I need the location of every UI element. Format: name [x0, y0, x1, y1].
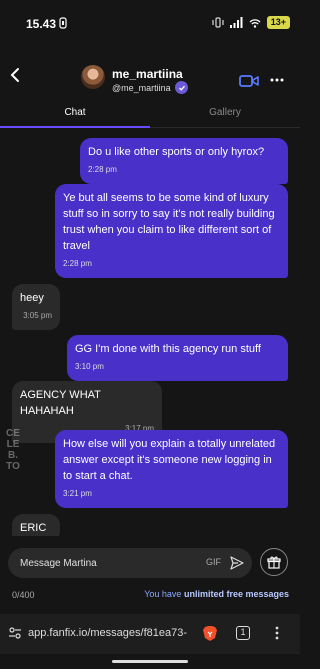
message-text: heey	[20, 292, 44, 304]
brave-icon[interactable]	[202, 625, 218, 642]
unlimited-messages-note: You have unlimited free messages	[144, 589, 289, 599]
back-icon[interactable]	[8, 66, 24, 84]
timer-icon	[59, 17, 67, 29]
message-text: How else will you explain a totally unre…	[63, 438, 276, 482]
message-bubble-sent[interactable]: GG I'm done with this agency run stuff 3…	[67, 335, 288, 381]
status-icons: 13+	[212, 16, 290, 29]
chat-header: me_martiina @me_martiina	[0, 52, 300, 98]
video-call-icon[interactable]	[239, 74, 259, 88]
tab-chat[interactable]: Chat	[0, 107, 150, 118]
message-text: Ye but all seems to be some kind of luxu…	[63, 192, 275, 252]
vibrate-icon	[212, 17, 224, 28]
message-text: Do u like other sports or only hyrox?	[88, 146, 265, 158]
username: me_martiina	[112, 67, 183, 81]
message-input[interactable]	[20, 556, 190, 570]
home-indicator[interactable]	[112, 660, 188, 663]
message-text: ERIC	[20, 522, 47, 534]
message-time: 3:10 pm	[75, 362, 104, 371]
status-bar: 15.43 13+	[0, 0, 300, 46]
unlimited-prefix: You have	[144, 589, 184, 599]
character-counter: 0/400	[12, 590, 35, 600]
tab-gallery[interactable]: Gallery	[150, 107, 300, 118]
message-time: 3:05 pm	[23, 311, 52, 320]
wifi-icon	[249, 18, 261, 28]
message-time: 3:21 pm	[63, 489, 92, 498]
status-time: 15.43	[26, 17, 57, 31]
message-bubble-sent[interactable]: Ye but all seems to be some kind of luxu…	[55, 184, 288, 278]
unlimited-bold: unlimited free messages	[183, 589, 289, 599]
gift-button[interactable]	[260, 548, 288, 576]
verified-icon	[175, 81, 188, 94]
tab-bar: Chat Gallery	[0, 98, 300, 128]
message-text: AGENCY WHAT HAHAHAH	[20, 389, 101, 417]
more-icon[interactable]	[270, 73, 284, 87]
menu-icon[interactable]	[270, 625, 284, 641]
message-time: 2:28 pm	[63, 259, 92, 268]
gift-icon	[267, 556, 281, 569]
message-bubble-received[interactable]: ERIC	[12, 514, 60, 536]
handle: @me_martiina	[112, 83, 171, 93]
send-icon[interactable]	[230, 556, 244, 570]
message-bubble-received[interactable]: heey 3:05 pm	[12, 284, 60, 330]
message-bubble-sent[interactable]: Do u like other sports or only hyrox? 2:…	[80, 138, 288, 184]
tabs-count-button[interactable]: 1	[236, 626, 250, 640]
message-bubble-sent[interactable]: How else will you explain a totally unre…	[55, 430, 288, 508]
message-text: GG I'm done with this agency run stuff	[75, 343, 261, 355]
message-list[interactable]: Do u like other sports or only hyrox? 2:…	[0, 128, 300, 536]
gif-button[interactable]: GIF	[206, 557, 221, 567]
message-composer: GIF	[8, 548, 252, 578]
address-bar[interactable]: app.fanfix.io/messages/f81ea73-	[28, 627, 196, 639]
browser-toolbar: app.fanfix.io/messages/f81ea73- 1	[0, 614, 300, 654]
avatar[interactable]	[81, 65, 105, 89]
watermark: CELEB.TO	[6, 428, 20, 472]
signal-icon	[229, 17, 243, 28]
site-settings-icon[interactable]	[8, 626, 22, 640]
message-time: 2:28 pm	[88, 165, 117, 174]
battery-indicator: 13+	[266, 16, 290, 29]
